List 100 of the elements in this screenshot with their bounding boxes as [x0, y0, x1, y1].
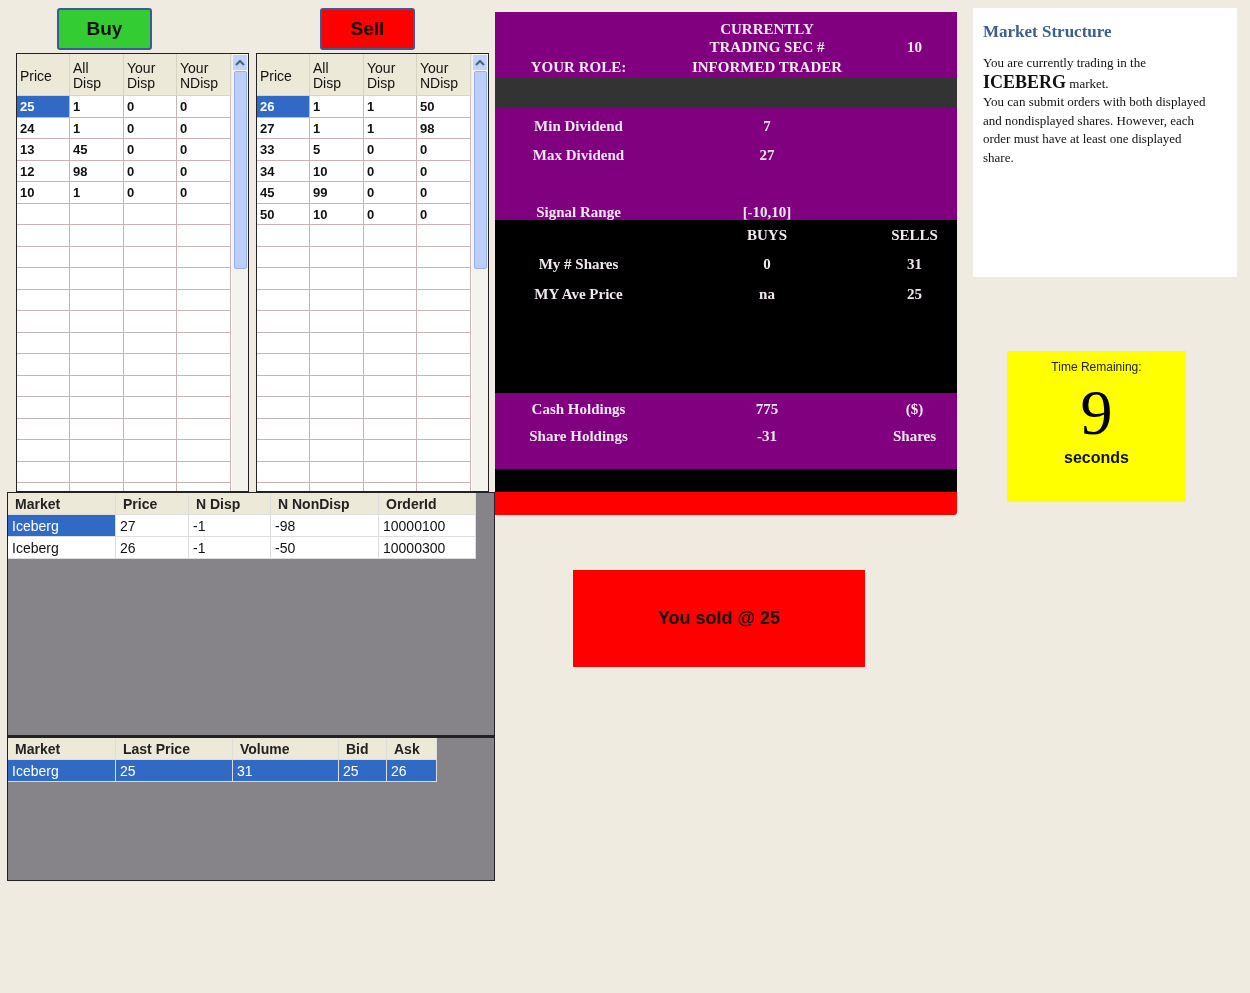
empty-cell	[124, 225, 177, 247]
empty-cell	[310, 461, 364, 483]
table-cell[interactable]: Iceberg	[8, 760, 116, 782]
scrollbar[interactable]	[472, 54, 488, 491]
empty-cell	[310, 246, 364, 268]
trading-sec-value: 10	[907, 38, 922, 56]
signal-label: Signal Range	[536, 202, 621, 221]
table-cell: 0	[124, 96, 177, 118]
column-header[interactable]: Your NDisp	[417, 54, 471, 96]
empty-cell	[70, 225, 124, 247]
position-value: 0	[763, 255, 771, 274]
empty-cell	[364, 418, 417, 440]
column-header[interactable]: All Disp	[70, 54, 124, 96]
position-label: My # Shares	[538, 255, 619, 274]
scrollbar[interactable]	[232, 54, 248, 491]
table-cell[interactable]: Iceberg	[8, 537, 116, 559]
empty-cell	[177, 354, 231, 376]
empty-cell	[257, 246, 310, 268]
table-cell: 1	[364, 96, 417, 118]
empty-cell	[364, 246, 417, 268]
empty-cell	[70, 440, 124, 462]
table-cell[interactable]: 10000300	[379, 537, 476, 559]
position-value: 31	[907, 255, 922, 274]
holding-unit: ($)	[905, 399, 924, 418]
table-cell[interactable]: -1	[189, 515, 271, 537]
table-cell[interactable]: 27	[116, 515, 189, 537]
table-cell: 1	[364, 117, 417, 139]
empty-cell	[417, 461, 471, 483]
column-header[interactable]: OrderId	[379, 493, 476, 515]
table-cell[interactable]: 26	[116, 537, 189, 559]
table-cell[interactable]: 25	[339, 760, 387, 782]
empty-cell	[177, 246, 231, 268]
table-cell: 0	[177, 139, 231, 161]
empty-cell	[257, 375, 310, 397]
column-header[interactable]: Your Disp	[364, 54, 417, 96]
table-cell: 0	[417, 203, 471, 225]
empty-cell	[364, 375, 417, 397]
table-cell[interactable]: Iceberg	[8, 515, 116, 537]
table-cell: 1	[70, 182, 124, 204]
empty-cell	[70, 375, 124, 397]
empty-cell	[177, 311, 231, 333]
table-cell: 1	[310, 96, 364, 118]
empty-cell	[17, 203, 70, 225]
table-cell: 27	[257, 117, 310, 139]
column-header[interactable]: Market	[8, 493, 116, 515]
position-column-label: SELLS	[891, 225, 938, 244]
table-cell[interactable]: 10000100	[379, 515, 476, 537]
column-header[interactable]: All Disp	[310, 54, 364, 96]
table-cell[interactable]: 25	[116, 760, 233, 782]
role-value: INFORMED TRADER	[691, 58, 843, 76]
dividend-value: 27	[759, 145, 775, 164]
empty-cell	[124, 268, 177, 290]
table-cell: 10	[17, 182, 70, 204]
empty-cell	[257, 461, 310, 483]
table-cell: 12	[17, 160, 70, 182]
table-cell: 0	[177, 96, 231, 118]
empty-cell	[310, 397, 364, 419]
scroll-thumb[interactable]	[473, 71, 487, 269]
trading-sec-label: CURRENTLY TRADING SEC #	[708, 20, 826, 56]
table-cell[interactable]: -1	[189, 537, 271, 559]
column-header[interactable]: Your Disp	[124, 54, 177, 96]
table-cell[interactable]: 31	[233, 760, 339, 782]
column-header[interactable]: Your NDisp	[177, 54, 231, 96]
position-label: MY Ave Price	[534, 284, 623, 303]
table-cell[interactable]: 26	[387, 760, 437, 782]
empty-cell	[310, 418, 364, 440]
table-cell: 0	[124, 139, 177, 161]
column-header[interactable]: Ask	[387, 738, 437, 760]
empty-cell	[364, 268, 417, 290]
empty-cell	[417, 246, 471, 268]
table-cell[interactable]: -50	[271, 537, 379, 559]
table-cell: 24	[17, 117, 70, 139]
column-header[interactable]: Volume	[233, 738, 339, 760]
empty-cell	[17, 332, 70, 354]
column-header[interactable]: Bid	[339, 738, 387, 760]
table-cell: 0	[364, 182, 417, 204]
empty-cell	[364, 440, 417, 462]
sell-button[interactable]: Sell	[320, 8, 415, 50]
column-header[interactable]: N NonDisp	[271, 493, 379, 515]
scroll-thumb[interactable]	[233, 71, 247, 269]
empty-cell	[364, 289, 417, 311]
table-cell[interactable]: -98	[271, 515, 379, 537]
scroll-up-icon[interactable]	[233, 55, 247, 70]
table-cell: 1	[70, 117, 124, 139]
empty-cell	[364, 354, 417, 376]
empty-cell	[417, 289, 471, 311]
table-cell: 98	[70, 160, 124, 182]
empty-cell	[310, 375, 364, 397]
empty-cell	[17, 397, 70, 419]
column-header[interactable]: Last Price	[116, 738, 233, 760]
table-cell: 50	[417, 96, 471, 118]
scroll-up-icon[interactable]	[473, 55, 487, 70]
table-cell: 5	[310, 139, 364, 161]
buy-button[interactable]: Buy	[57, 8, 152, 50]
column-header[interactable]: Market	[8, 738, 116, 760]
empty-cell	[70, 354, 124, 376]
timer-value: 9	[1080, 377, 1113, 449]
table-cell: 13	[17, 139, 70, 161]
column-header[interactable]: N Disp	[189, 493, 271, 515]
column-header[interactable]: Price	[116, 493, 189, 515]
